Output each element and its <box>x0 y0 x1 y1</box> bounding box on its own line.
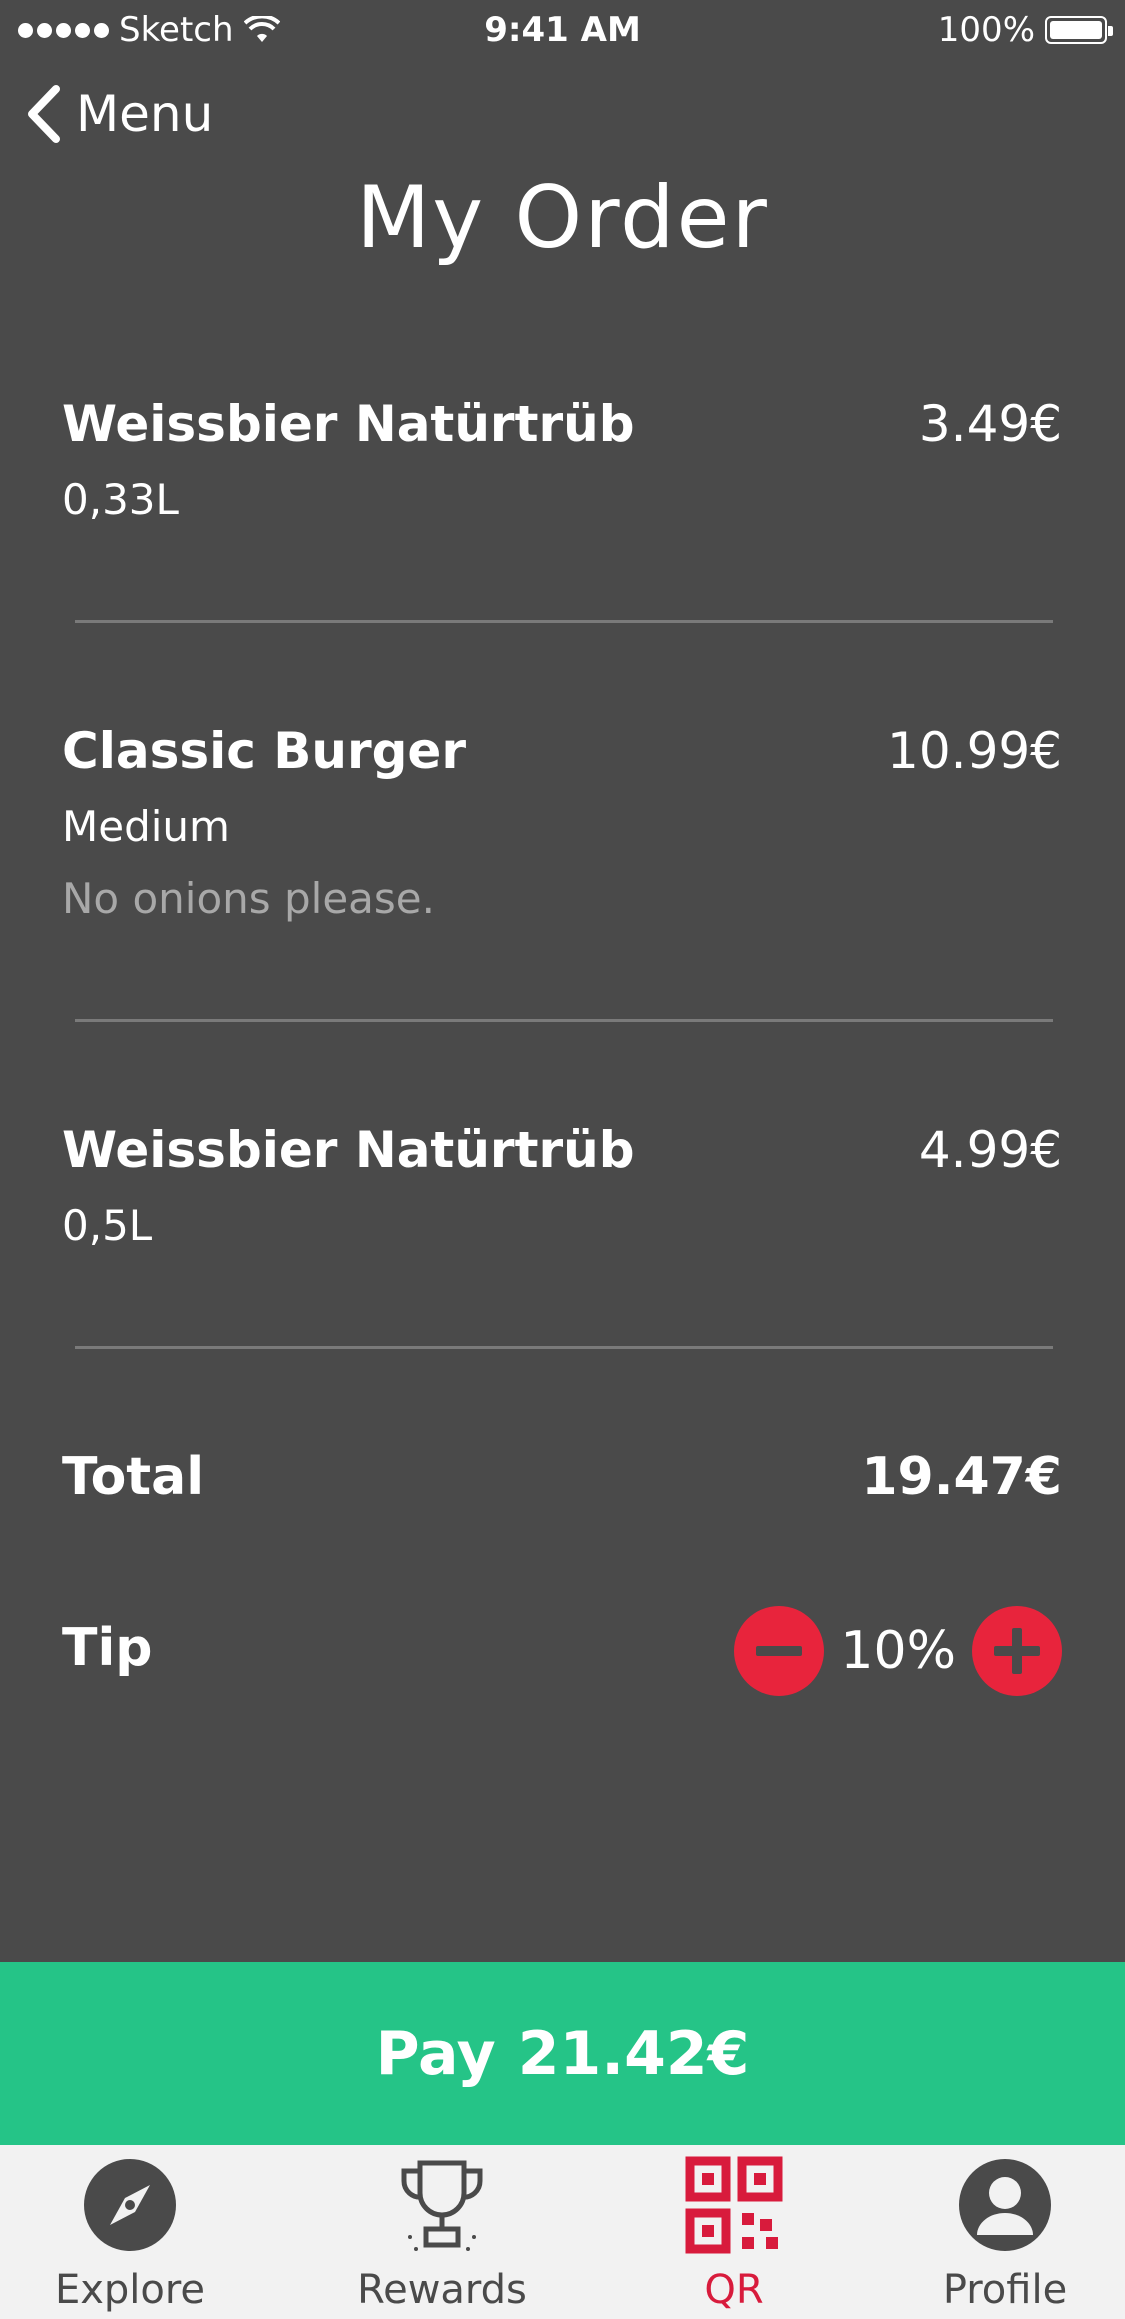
trophy-icon <box>401 2160 483 2251</box>
tip-increase-button[interactable] <box>972 1606 1062 1696</box>
tip-decrease-button[interactable] <box>734 1606 825 1696</box>
tab-rewards[interactable]: Rewards <box>302 2155 582 2313</box>
tab-bar: Explore Rewards QR Profile <box>0 2145 1125 2319</box>
minus-icon <box>756 1646 803 1656</box>
item-price: 10.99€ <box>887 722 1062 780</box>
profile-icon <box>959 2159 1051 2251</box>
divider <box>75 620 1053 623</box>
page-title: My Order <box>356 168 769 268</box>
item-price: 3.49€ <box>918 395 1062 453</box>
pay-label: Pay <box>375 2018 496 2089</box>
item-name: Weissbier Natürtrüb <box>62 1121 635 1179</box>
tip-value: 10% <box>840 1621 956 1681</box>
back-button[interactable]: Menu <box>26 85 213 143</box>
qr-code-icon <box>685 2156 783 2254</box>
item-size: Medium <box>62 802 230 851</box>
item-size: 0,33L <box>62 475 179 524</box>
total-value: 19.47€ <box>861 1447 1062 1507</box>
tab-explore[interactable]: Explore <box>0 2155 270 2313</box>
compass-icon <box>84 2159 176 2251</box>
tab-label: Profile <box>942 2267 1068 2313</box>
order-item[interactable]: Weissbier Natürtrüb 4.99€ 0,5L <box>62 1121 1062 1271</box>
pay-button[interactable]: Pay 21.42€ <box>0 1962 1125 2145</box>
status-bar: Sketch 9:41 AM 100% <box>0 0 1125 60</box>
tip-stepper: 10% <box>734 1606 1062 1696</box>
order-item[interactable]: Weissbier Natürtrüb 3.49€ 0,33L <box>62 395 1062 545</box>
divider <box>75 1019 1053 1022</box>
tab-label: Explore <box>54 2267 206 2313</box>
item-name: Classic Burger <box>62 722 467 780</box>
item-note: No onions please. <box>62 874 435 923</box>
battery-group: 100% <box>937 10 1113 50</box>
tab-label: Rewards <box>357 2267 527 2313</box>
item-size: 0,5L <box>62 1201 153 1250</box>
pay-amount: 21.42€ <box>517 2018 750 2089</box>
back-label: Menu <box>76 85 214 143</box>
tab-qr[interactable]: QR <box>594 2155 874 2313</box>
item-name: Weissbier Natürtrüb <box>62 395 635 453</box>
total-row: Total 19.47€ <box>62 1447 1062 1517</box>
tip-row: Tip 10% <box>62 1606 1062 1696</box>
tab-profile[interactable]: Profile <box>865 2155 1125 2313</box>
chevron-left-icon <box>28 85 60 143</box>
battery-icon <box>1045 16 1113 44</box>
tab-label: QR <box>704 2267 764 2313</box>
battery-percent: 100% <box>937 10 1035 50</box>
item-price: 4.99€ <box>918 1121 1062 1179</box>
total-label: Total <box>62 1447 205 1507</box>
order-item[interactable]: Classic Burger 10.99€ Medium No onions p… <box>62 722 1062 932</box>
divider <box>75 1346 1053 1349</box>
tip-label: Tip <box>62 1618 153 1678</box>
